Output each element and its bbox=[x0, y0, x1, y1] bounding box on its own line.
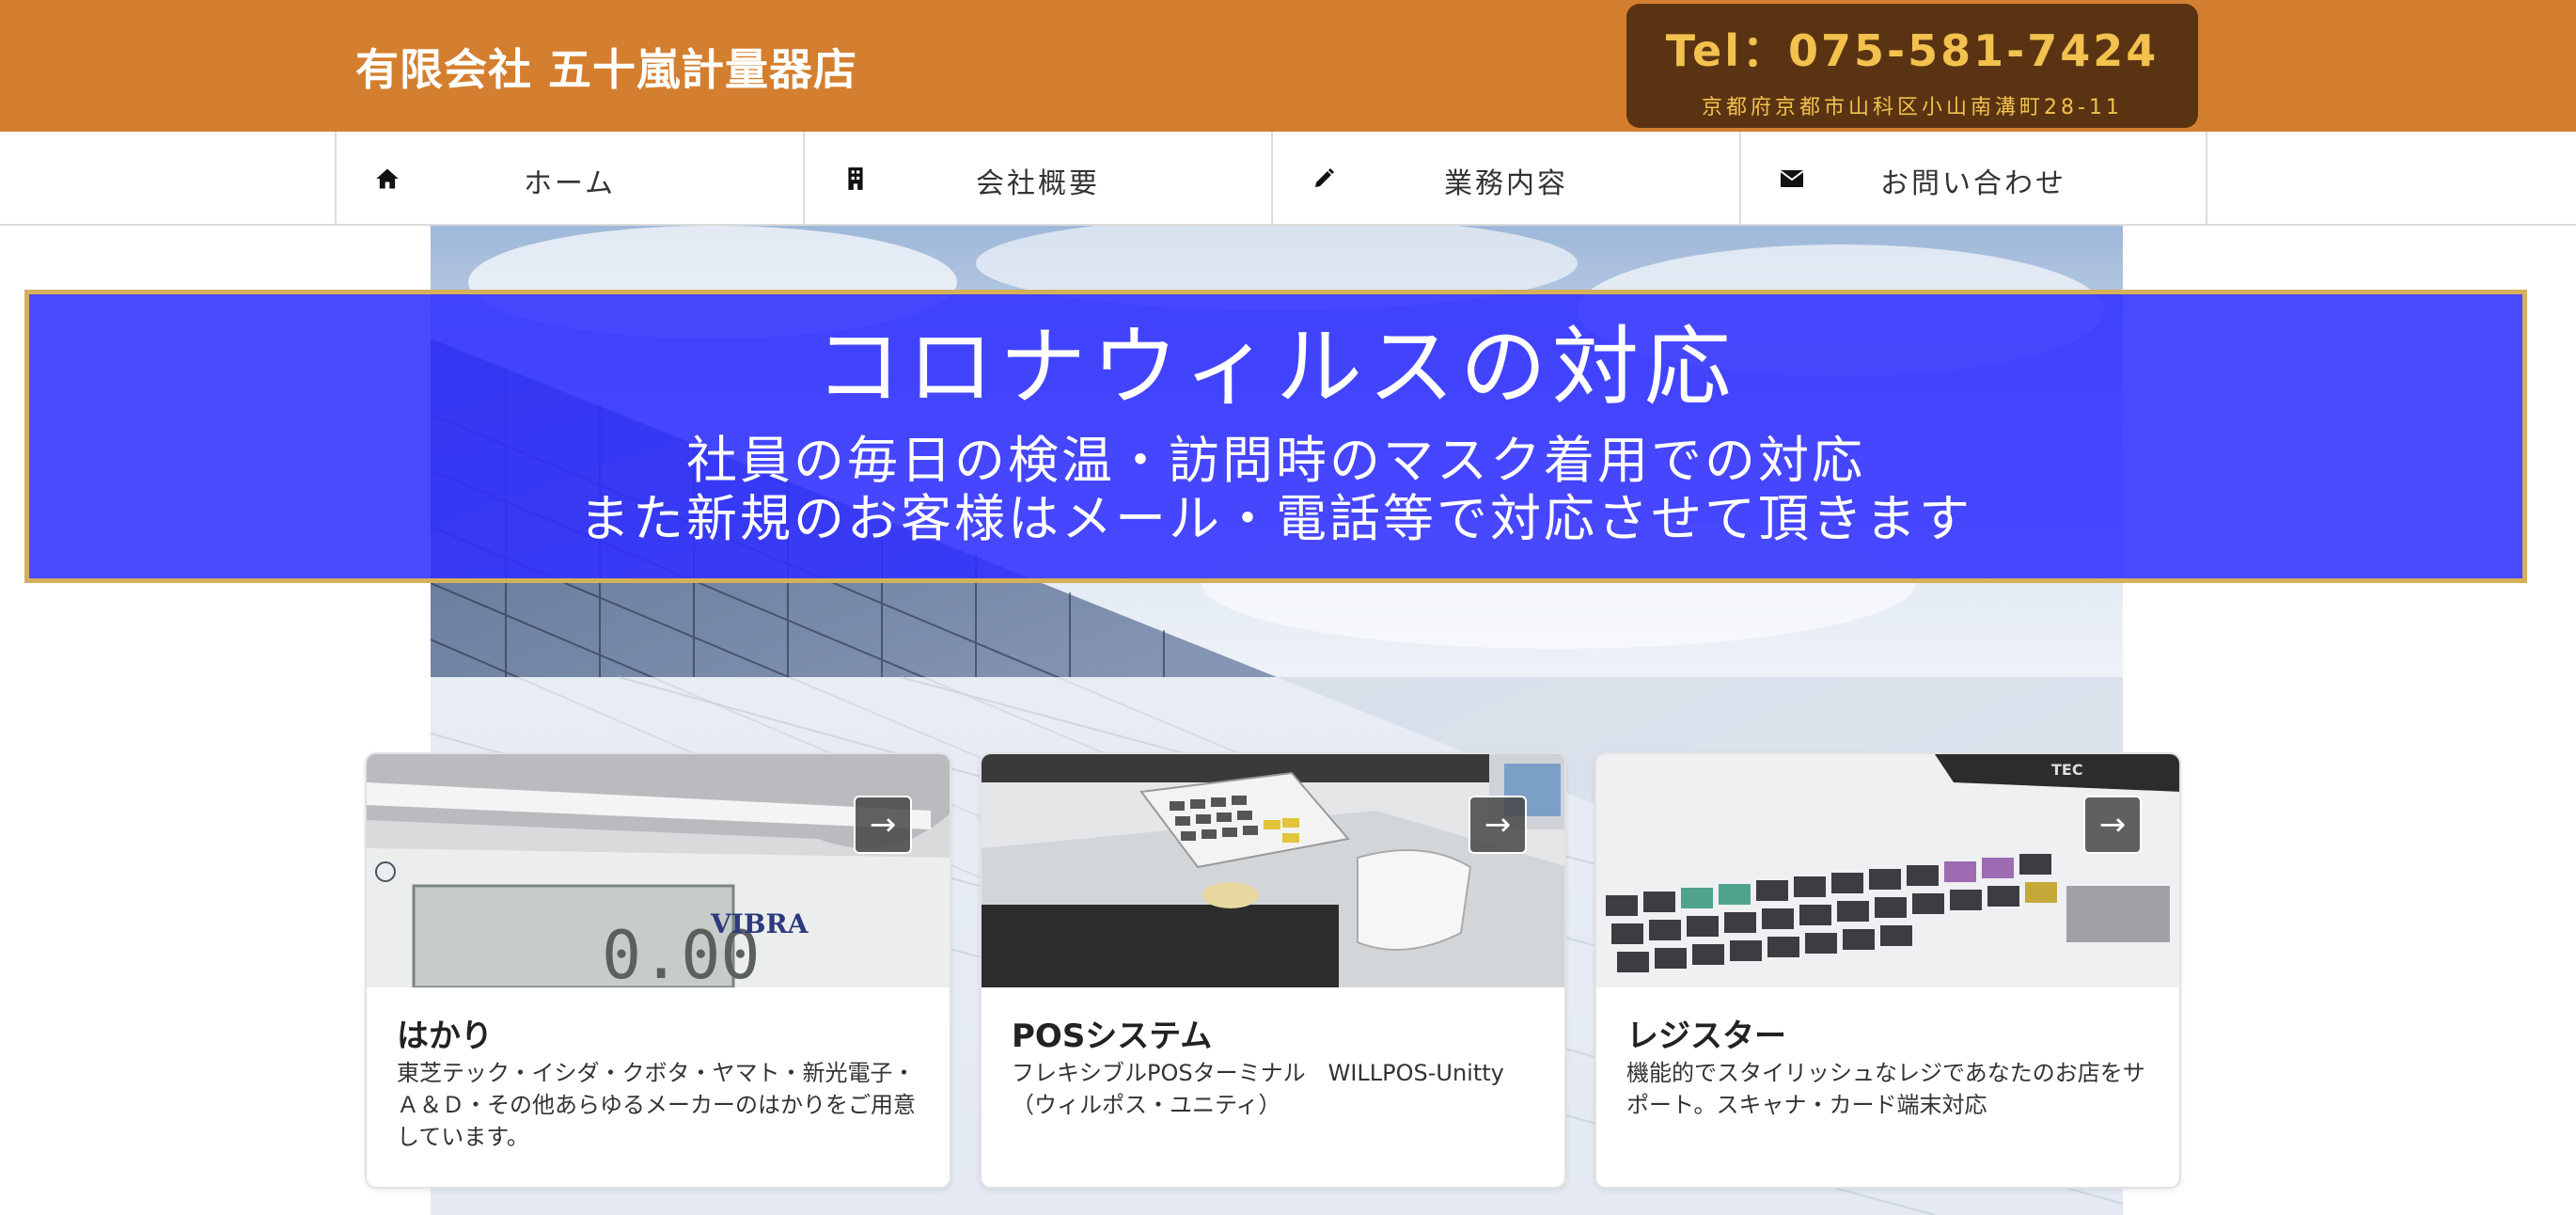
contact-address: 京都府京都市山科区小山南溝町28-11 bbox=[1702, 96, 2123, 119]
card-description: フレキシブルPOSターミナル WILLPOS-Unitty（ウィルポス・ユニティ… bbox=[1012, 1060, 1504, 1118]
card-description: 東芝テック・イシダ・クボタ・ヤマト・新光電子・Ａ＆Ｄ・その他あらゆるメーカーのは… bbox=[397, 1060, 916, 1150]
card-arrow-button[interactable]: → bbox=[2083, 796, 2142, 854]
nav-item-home[interactable]: ホーム bbox=[335, 132, 803, 226]
service-card-pos[interactable]: → POSシステム フレキシブルPOSターミナル WILLPOS-Unitty（… bbox=[980, 752, 1566, 1189]
nav-item-services[interactable]: 業務内容 bbox=[1271, 132, 1739, 226]
scale-image: 0.00 VIBRA bbox=[367, 754, 950, 987]
nav-item-contact[interactable]: お問い合わせ bbox=[1739, 132, 2207, 226]
card-arrow-button[interactable]: → bbox=[854, 796, 912, 854]
register-image: TEC bbox=[1596, 754, 2179, 987]
global-nav: ホーム 会社概要 業務内容 お問い合わせ bbox=[0, 132, 2576, 226]
notice-line-1: 社員の毎日の検温・訪問時のマスク着用での対応 bbox=[686, 431, 1865, 490]
nav-item-company[interactable]: 会社概要 bbox=[803, 132, 1271, 226]
contact-tel[interactable]: Tel：075-581-7424 bbox=[1626, 17, 2198, 79]
nav-label: ホーム bbox=[523, 167, 617, 200]
nav-label: 業務内容 bbox=[1444, 167, 1568, 200]
notice-title: コロナウィルスの対応 bbox=[814, 317, 1736, 418]
card-description: 機能的でスタイリッシュなレジであなたのお店をサポート。スキャナ・カード端末対応 bbox=[1626, 1060, 2145, 1118]
scale-brand-label: VIBRA bbox=[710, 908, 809, 939]
card-title: はかり bbox=[397, 1018, 493, 1055]
service-card-register[interactable]: TEC → レジスター 機能的でスタイリッシュなレジであなたのお店をサポート。ス… bbox=[1594, 752, 2181, 1189]
corona-notice-banner: コロナウィルスの対応 社員の毎日の検温・訪問時のマスク着用での対応 また新規のお… bbox=[24, 290, 2527, 583]
site-title[interactable]: 有限会社 五十嵐計量器店 bbox=[355, 36, 857, 98]
nav-label: お問い合わせ bbox=[1880, 167, 2066, 200]
site-header: 有限会社 五十嵐計量器店 Tel：075-581-7424 京都府京都市山科区小… bbox=[0, 0, 2576, 132]
card-arrow-button[interactable]: → bbox=[1469, 796, 1527, 854]
register-brand-label: TEC bbox=[2051, 761, 2083, 779]
card-title: POSシステム bbox=[1012, 1018, 1213, 1055]
nav-label: 会社概要 bbox=[976, 167, 1100, 200]
service-card-scales[interactable]: 0.00 VIBRA → はかり 東芝テック・イシダ・クボタ・ヤマト・新光電子・… bbox=[365, 752, 951, 1189]
pos-image bbox=[982, 754, 1564, 987]
card-title: レジスター bbox=[1626, 1018, 1786, 1055]
notice-line-2: また新規のお客様はメール・電話等で対応させて頂きます bbox=[579, 489, 1972, 548]
contact-box: Tel：075-581-7424 京都府京都市山科区小山南溝町28-11 bbox=[1626, 4, 2198, 128]
